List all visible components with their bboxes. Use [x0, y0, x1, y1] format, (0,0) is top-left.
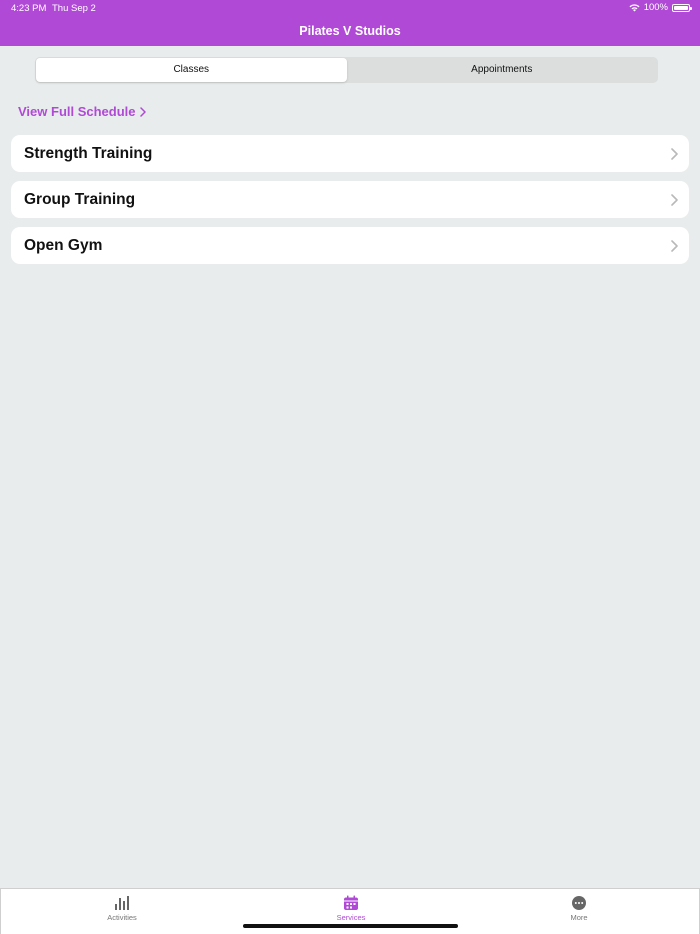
- tab-label: More: [570, 913, 588, 922]
- bar-chart-icon: [115, 896, 129, 910]
- list-item-label: Strength Training: [24, 144, 153, 162]
- list-item-open-gym[interactable]: Open Gym: [11, 227, 689, 264]
- tab-appointments[interactable]: Appointments: [347, 58, 658, 82]
- status-time: 4:23 PM: [11, 3, 47, 14]
- status-date: Thu Sep 2: [52, 3, 96, 14]
- view-full-schedule-label: View Full Schedule: [18, 104, 136, 119]
- wifi-icon: [629, 3, 640, 11]
- chevron-right-icon: [671, 193, 678, 206]
- battery-percentage: 100%: [643, 2, 668, 13]
- more-icon: [572, 896, 586, 910]
- class-category-list: Strength Training Group Training Open Gy…: [11, 135, 689, 273]
- status-indicators: 100%: [629, 2, 692, 13]
- chevron-right-icon: [671, 147, 678, 160]
- chevron-right-icon: [671, 239, 678, 252]
- list-item-strength-training[interactable]: Strength Training: [11, 135, 689, 172]
- calendar-icon: [344, 895, 358, 910]
- home-indicator: [243, 924, 458, 928]
- list-item-label: Group Training: [24, 190, 136, 208]
- page-title: Pilates V Studios: [299, 24, 401, 38]
- status-bar: 4:23 PM Thu Sep 2 100%: [0, 0, 700, 17]
- app-header: 4:23 PM Thu Sep 2 100% Pilates V Studios: [0, 0, 700, 46]
- battery-icon: [672, 3, 692, 12]
- list-item-label: Open Gym: [24, 236, 103, 254]
- chevron-right-icon: [139, 106, 146, 117]
- tab-label: Services: [336, 913, 366, 922]
- classes-appointments-segmented-control[interactable]: Classes Appointments: [35, 57, 658, 83]
- tab-more[interactable]: More: [549, 895, 609, 922]
- tab-classes[interactable]: Classes: [36, 58, 347, 82]
- tab-label: Activities: [107, 913, 137, 922]
- tab-services[interactable]: Services: [321, 895, 381, 922]
- view-full-schedule-link[interactable]: View Full Schedule: [18, 104, 146, 119]
- tab-activities[interactable]: Activities: [92, 895, 152, 922]
- list-item-group-training[interactable]: Group Training: [11, 181, 689, 218]
